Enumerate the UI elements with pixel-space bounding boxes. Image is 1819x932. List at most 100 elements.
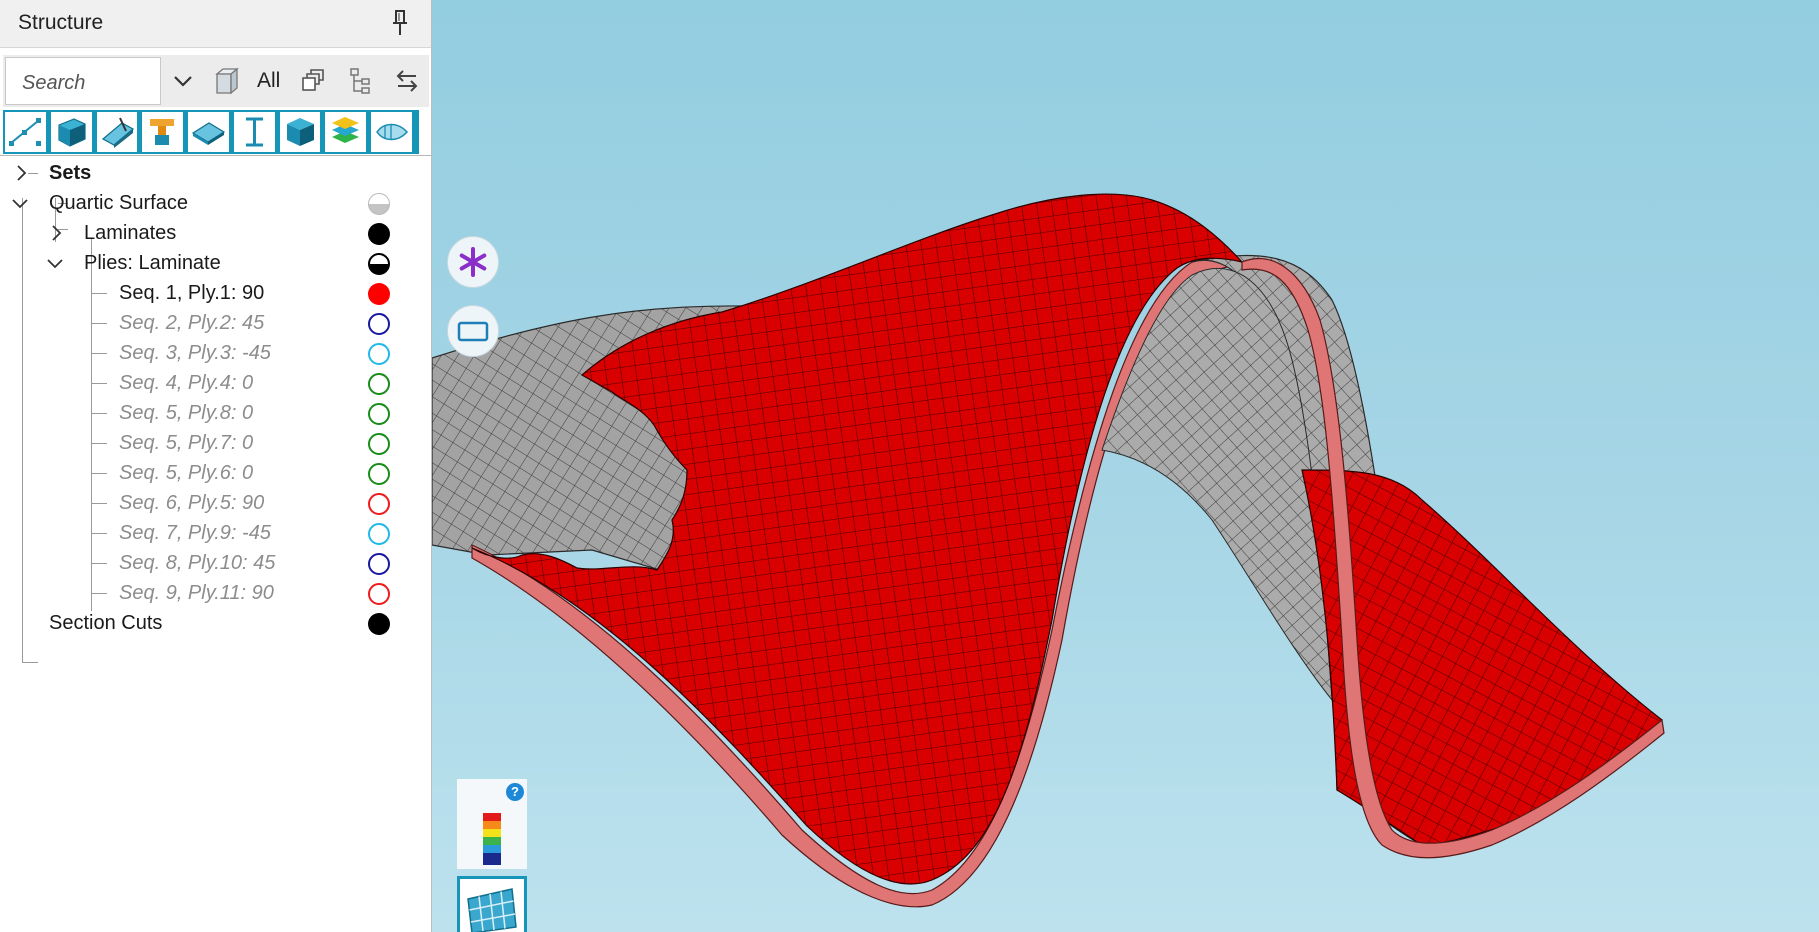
ply-color-swatch[interactable] bbox=[368, 373, 390, 395]
line-mesh-icon bbox=[9, 118, 41, 146]
visibility-swatch[interactable] bbox=[368, 223, 390, 245]
tree-item-laminates[interactable]: Laminates bbox=[0, 218, 431, 248]
asterisk-icon bbox=[459, 247, 487, 277]
tree-guide-line bbox=[91, 323, 107, 324]
fiber-direction-icon bbox=[376, 123, 409, 141]
solid-body-button[interactable] bbox=[50, 112, 92, 152]
ply-color-swatch[interactable] bbox=[368, 343, 390, 365]
asterisk-view-button[interactable] bbox=[447, 236, 499, 288]
tree-item-quartic-surface[interactable]: Quartic Surface bbox=[0, 188, 431, 218]
pin-icon[interactable] bbox=[391, 10, 409, 36]
ply-label: Seq. 5, Ply.7: 0 bbox=[119, 432, 254, 454]
ply-color-swatch[interactable] bbox=[368, 463, 390, 485]
solid-body-icon bbox=[58, 118, 86, 147]
search-box bbox=[5, 57, 161, 105]
tree-guide-line bbox=[91, 383, 107, 384]
ply-color-swatch[interactable] bbox=[368, 583, 390, 605]
ply-color-swatch[interactable] bbox=[368, 523, 390, 545]
chevron-down-icon[interactable] bbox=[12, 194, 28, 212]
3d-viewport[interactable]: ? bbox=[432, 0, 1819, 932]
swap-arrows-icon[interactable] bbox=[395, 68, 419, 94]
filter-all-label[interactable]: All bbox=[257, 69, 280, 93]
visibility-swatch[interactable] bbox=[368, 193, 390, 215]
beam-section-button[interactable] bbox=[142, 112, 184, 152]
rectangle-icon bbox=[457, 321, 489, 342]
tree-guide-line bbox=[91, 353, 107, 354]
structure-tree: Sets Quartic Surface Laminates Plies: La… bbox=[0, 158, 431, 663]
visibility-swatch[interactable] bbox=[368, 253, 390, 275]
filter-cube-icon[interactable] bbox=[213, 66, 241, 96]
entity-toolbar bbox=[3, 110, 419, 154]
shell-edge-icon bbox=[101, 117, 134, 148]
tree-item-ply[interactable]: Seq. 3, Ply.3: -45 bbox=[0, 338, 431, 368]
cube-button[interactable] bbox=[279, 112, 321, 152]
mesh-display-button[interactable] bbox=[457, 876, 527, 932]
ply-label: Seq. 6, Ply.5: 90 bbox=[119, 492, 265, 514]
plane-surface-button[interactable] bbox=[188, 112, 229, 152]
chevron-down-icon[interactable] bbox=[171, 69, 195, 93]
tree-item-ply[interactable]: Seq. 4, Ply.4: 0 bbox=[0, 368, 431, 398]
tree-item-ply[interactable]: Seq. 5, Ply.7: 0 bbox=[0, 428, 431, 458]
i-beam-button[interactable] bbox=[233, 112, 275, 152]
line-mesh-button[interactable] bbox=[5, 112, 46, 152]
plane-surface-icon bbox=[191, 122, 226, 145]
tree-item-section-cuts[interactable]: Section Cuts bbox=[0, 608, 431, 638]
tree-guide-line bbox=[91, 413, 107, 414]
ply-label: Seq. 5, Ply.8: 0 bbox=[119, 402, 254, 424]
tree-item-ply[interactable]: Seq. 7, Ply.9: -45 bbox=[0, 518, 431, 548]
ply-color-swatch[interactable] bbox=[368, 313, 390, 335]
shell-edge-button[interactable] bbox=[96, 112, 138, 152]
ply-label: Seq. 9, Ply.11: 90 bbox=[119, 582, 274, 604]
tree-item-sets[interactable]: Sets bbox=[0, 158, 431, 188]
tree-label: Section Cuts bbox=[49, 612, 163, 634]
tree-label: Quartic Surface bbox=[49, 192, 188, 214]
i-beam-icon bbox=[245, 117, 263, 147]
tree-item-ply[interactable]: Seq. 5, Ply.6: 0 bbox=[0, 458, 431, 488]
ply-color-swatch[interactable] bbox=[368, 283, 390, 305]
tree-label: Plies: Laminate bbox=[84, 252, 221, 274]
tree-guide-line bbox=[91, 563, 107, 564]
tree-item-ply[interactable]: Seq. 2, Ply.2: 45 bbox=[0, 308, 431, 338]
ply-color-swatch[interactable] bbox=[368, 553, 390, 575]
color-legend-panel[interactable]: ? bbox=[457, 779, 527, 869]
ply-label: Seq. 1, Ply.1: 90 bbox=[119, 282, 265, 304]
ply-color-swatch[interactable] bbox=[368, 433, 390, 455]
chevron-down-icon[interactable] bbox=[47, 254, 63, 272]
tree-guide-line bbox=[91, 593, 107, 594]
chevron-right-icon[interactable] bbox=[48, 224, 64, 242]
ply-color-swatch[interactable] bbox=[368, 403, 390, 425]
fiber-direction-button[interactable] bbox=[371, 112, 413, 152]
ply-label: Seq. 3, Ply.3: -45 bbox=[119, 342, 271, 364]
ply-label: Seq. 7, Ply.9: -45 bbox=[119, 522, 271, 544]
ply-label: Seq. 2, Ply.2: 45 bbox=[119, 312, 265, 334]
mesh-grid-icon bbox=[467, 888, 517, 932]
ply-label: Seq. 5, Ply.6: 0 bbox=[119, 462, 254, 484]
tree-view-icon[interactable] bbox=[349, 67, 373, 95]
visibility-swatch[interactable] bbox=[368, 613, 390, 635]
search-input[interactable] bbox=[20, 70, 159, 96]
tree-guide-line bbox=[91, 443, 107, 444]
tree-guide-line bbox=[91, 293, 107, 294]
tree-item-ply[interactable]: Seq. 6, Ply.5: 90 bbox=[0, 488, 431, 518]
tree-item-ply[interactable]: Seq. 5, Ply.8: 0 bbox=[0, 398, 431, 428]
layers-button[interactable] bbox=[325, 112, 367, 152]
tree-guide-line bbox=[91, 503, 107, 504]
tree-item-ply[interactable]: Seq. 9, Ply.11: 90 bbox=[0, 578, 431, 608]
ply-label: Seq. 4, Ply.4: 0 bbox=[119, 372, 254, 394]
chevron-right-icon[interactable] bbox=[13, 164, 29, 182]
tree-guide-line bbox=[91, 473, 107, 474]
tree-item-ply[interactable]: Seq. 8, Ply.10: 45 bbox=[0, 548, 431, 578]
tree-label: Laminates bbox=[84, 222, 177, 244]
copy-icon[interactable] bbox=[301, 69, 325, 93]
toolbar-divider bbox=[0, 155, 431, 156]
ply-label: Seq. 8, Ply.10: 45 bbox=[119, 552, 276, 574]
tree-item-plies[interactable]: Plies: Laminate bbox=[0, 248, 431, 278]
quartic-surface-model bbox=[432, 193, 1665, 908]
cube-icon bbox=[286, 118, 314, 146]
tree-label: Sets bbox=[49, 162, 92, 184]
ply-color-swatch[interactable] bbox=[368, 493, 390, 515]
zoom-extents-button[interactable] bbox=[447, 305, 499, 357]
tree-item-ply[interactable]: Seq. 1, Ply.1: 90 bbox=[0, 278, 431, 308]
tree-guide-line bbox=[22, 662, 38, 663]
help-icon[interactable]: ? bbox=[506, 783, 524, 801]
